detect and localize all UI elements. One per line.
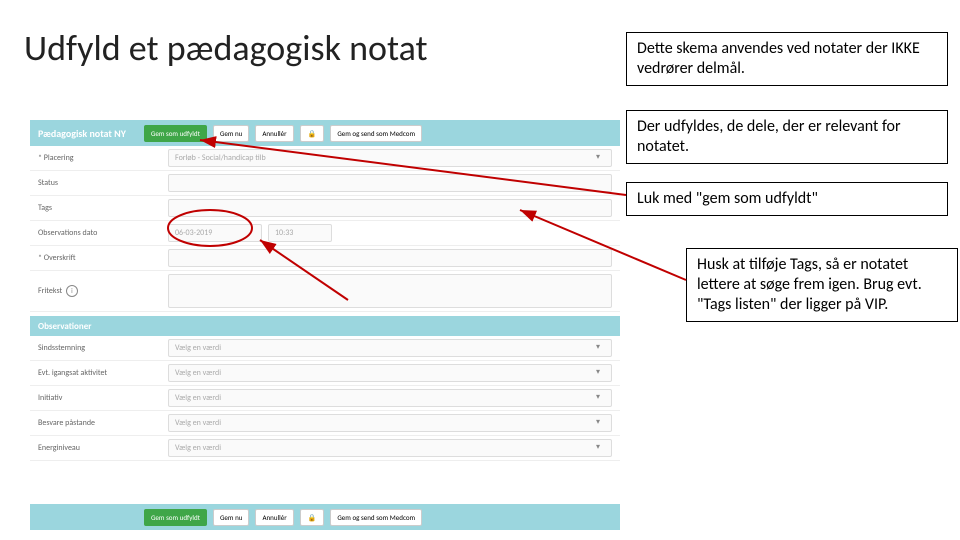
form-screenshot: Pædagogisk notat NY Gem som udfyldt Gem … [30,120,620,530]
aktivitet-select[interactable]: Vælg en værdi [168,364,612,382]
obsdato-label: Observations dato [30,228,168,238]
row-overskrift: * Overskrift [30,246,620,271]
info-box-2: Der udfyldes, de dele, der er relevant f… [626,110,948,164]
row-energi: Energiniveau Vælg en værdi [30,436,620,461]
row-obsdato: Observations dato 06-03-2019 10:33 [30,221,620,246]
tags-input[interactable] [168,199,612,217]
info-box-3: Luk med "gem som udfyldt" [626,182,948,216]
placering-label: * Placering [30,153,168,163]
energi-label: Energiniveau [30,443,168,453]
row-status: Status [30,171,620,196]
row-placering: * Placering Forløb - Social/handicap til… [30,146,620,171]
save-now-button[interactable]: Gem nu [213,125,249,142]
row-fritekst: Fritekst i [30,271,620,312]
row-aktivitet: Evt. igangsat aktivitet Vælg en værdi [30,361,620,386]
sindsstemning-select[interactable]: Vælg en værdi [168,339,612,357]
fritekst-label: Fritekst i [30,285,168,297]
overskrift-input[interactable] [168,249,612,267]
lock-icon-bottom[interactable]: 🔒 [300,509,325,526]
tags-label: Tags [30,203,168,213]
lock-icon[interactable]: 🔒 [300,125,325,142]
info-box-4: Husk at tilføje Tags, så er notatet lett… [686,248,958,322]
row-initiativ: Initiativ Vælg en værdi [30,386,620,411]
fritekst-textarea[interactable] [168,274,612,308]
info-icon: i [66,285,78,297]
form-footer-bar: Gem som udfyldt Gem nu Annullér 🔒 Gem og… [30,504,620,530]
initiativ-select[interactable]: Vælg en værdi [168,389,612,407]
form-header-title: Pædagogisk notat NY [38,127,126,140]
section-observations: Observationer [30,316,620,336]
status-input[interactable] [168,174,612,192]
besvare-select[interactable]: Vælg en værdi [168,414,612,432]
save-now-button-bottom[interactable]: Gem nu [213,509,249,526]
row-tags: Tags [30,196,620,221]
energi-select[interactable]: Vælg en værdi [168,439,612,457]
obs-date-input[interactable]: 06-03-2019 [168,224,262,242]
overskrift-label: * Overskrift [30,253,168,263]
info-box-1: Dette skema anvendes ved notater der IKK… [626,32,948,86]
sindsstemning-label: Sindsstemning [30,343,168,353]
initiativ-label: Initiativ [30,393,168,403]
save-filled-button[interactable]: Gem som udfyldt [144,125,207,142]
page-title: Udfyld et pædagogisk notat [24,26,428,70]
placering-select[interactable]: Forløb - Social/handicap tilb [168,149,612,167]
besvare-label: Besvare påstande [30,418,168,428]
cancel-button-bottom[interactable]: Annullér [255,509,293,526]
row-besvare: Besvare påstande Vælg en værdi [30,411,620,436]
cancel-button[interactable]: Annullér [255,125,293,142]
aktivitet-label: Evt. igangsat aktivitet [30,368,168,378]
save-filled-button-bottom[interactable]: Gem som udfyldt [144,509,207,526]
save-send-button[interactable]: Gem og send som Medcom [330,125,422,142]
obs-time-input[interactable]: 10:33 [268,224,332,242]
save-send-button-bottom[interactable]: Gem og send som Medcom [330,509,422,526]
row-sindsstemning: Sindsstemning Vælg en værdi [30,336,620,361]
status-label: Status [30,178,168,188]
form-header-bar: Pædagogisk notat NY Gem som udfyldt Gem … [30,120,620,146]
